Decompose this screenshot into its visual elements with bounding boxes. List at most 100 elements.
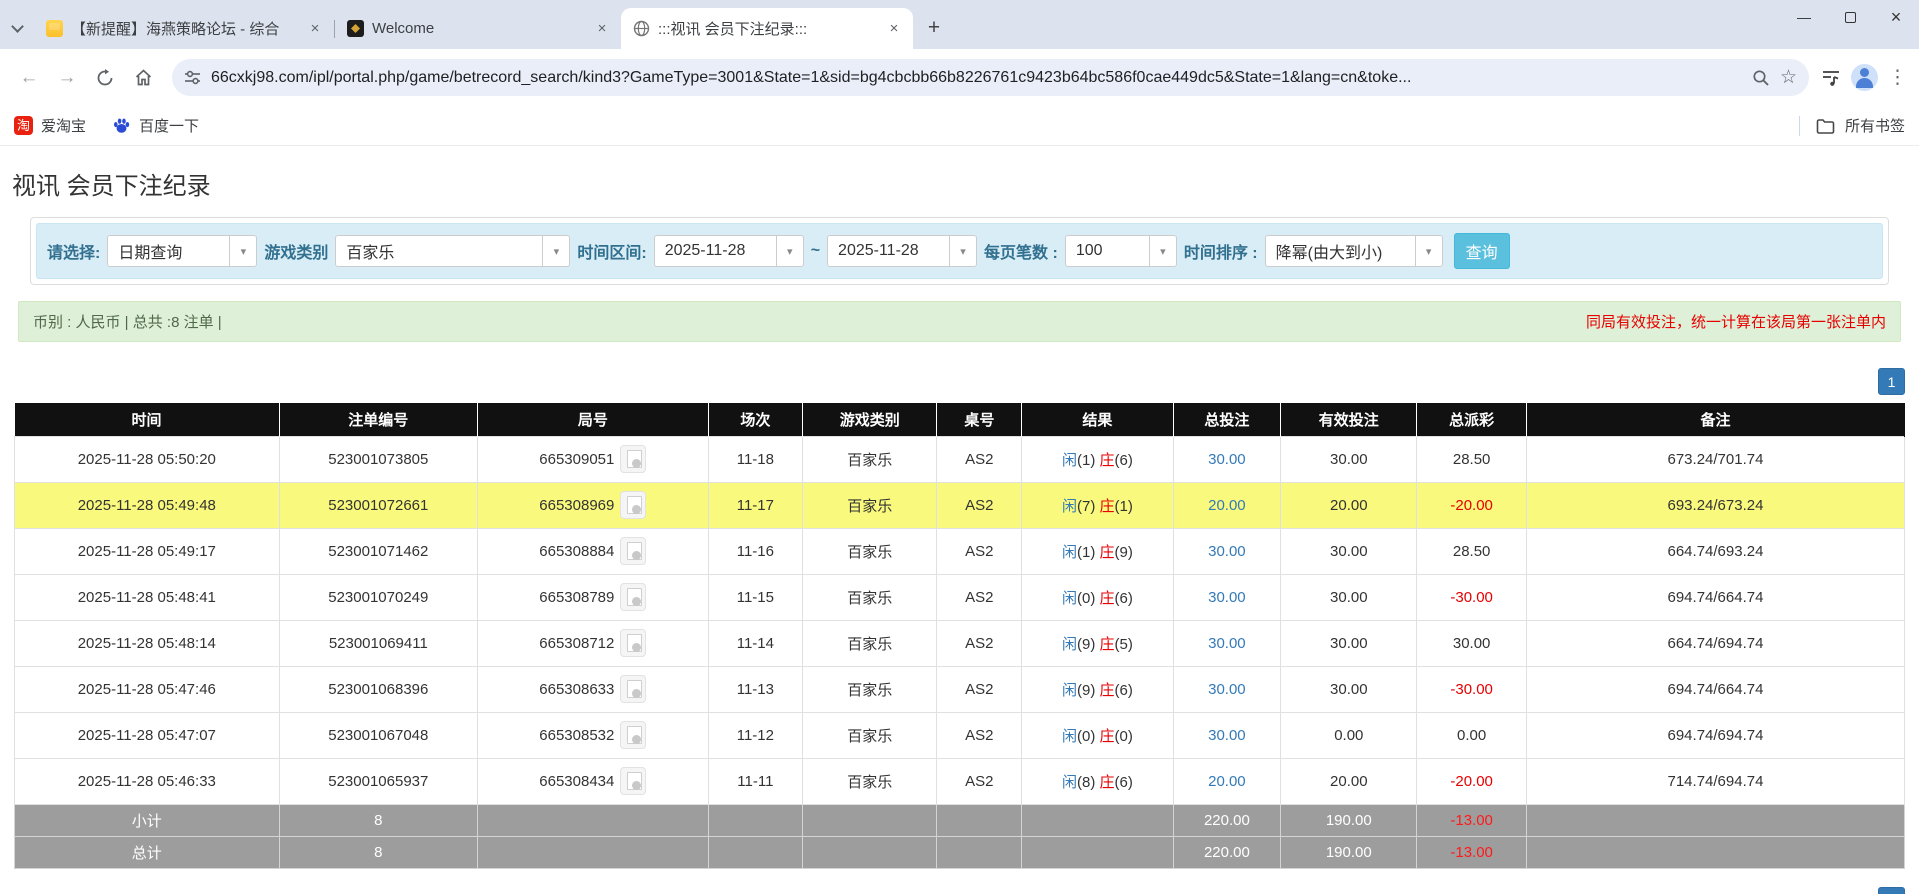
new-tab-button[interactable]: + bbox=[919, 13, 949, 43]
video-record-icon[interactable] bbox=[620, 583, 647, 611]
video-record-icon[interactable] bbox=[620, 629, 647, 657]
sort-select[interactable]: 降幂(由大到小) ▾ bbox=[1264, 235, 1443, 267]
video-record-icon[interactable] bbox=[620, 537, 647, 565]
media-controls-icon[interactable] bbox=[1821, 68, 1841, 88]
table-row: 2025-11-28 05:49:17 523001071462 665308884… bbox=[14, 527, 1906, 575]
total-bet-link[interactable]: 30.00 bbox=[1208, 681, 1246, 698]
profile-avatar[interactable] bbox=[1851, 64, 1878, 91]
total-total-bet: 220.00 bbox=[1172, 835, 1282, 869]
total-bet-link[interactable]: 30.00 bbox=[1208, 635, 1246, 652]
col-table: 桌号 bbox=[936, 403, 1023, 436]
back-button[interactable]: ← bbox=[12, 61, 46, 95]
round-wrap: 665309051 bbox=[539, 445, 647, 473]
query-type-value: 日期查询 bbox=[118, 245, 183, 262]
cell-payout: 28.50 bbox=[1416, 527, 1527, 575]
game-type-select[interactable]: 百家乐 ▾ bbox=[335, 235, 571, 267]
maximize-button[interactable] bbox=[1827, 0, 1873, 34]
date-from-select[interactable]: 2025-11-28 ▾ bbox=[653, 235, 804, 267]
banker-char: 庄 bbox=[1099, 773, 1115, 791]
bookmark-star-icon[interactable]: ☆ bbox=[1780, 66, 1797, 89]
all-bookmarks[interactable]: 所有书签 bbox=[1798, 115, 1905, 136]
cell-total-bet: 30.00 bbox=[1172, 527, 1282, 575]
page-content: 视讯 会员下注纪录 请选择: 日期查询 ▾ 游戏类别 百家乐 ▾ 时间区间: 2… bbox=[0, 166, 1919, 894]
baidu-paw-icon bbox=[112, 116, 131, 135]
bookmark-taobao[interactable]: 淘 爱淘宝 bbox=[14, 115, 86, 136]
cell-note: 714.74/694.74 bbox=[1525, 757, 1906, 805]
zoom-icon[interactable] bbox=[1752, 69, 1770, 87]
cell-table: AS2 bbox=[936, 481, 1023, 529]
cell-result: 闲(9) 庄(5) bbox=[1021, 619, 1174, 667]
chevron-down-icon[interactable]: ▾ bbox=[1148, 236, 1176, 266]
tab-search-button[interactable] bbox=[0, 8, 34, 49]
cell-session: 11-17 bbox=[707, 481, 804, 529]
chevron-down-icon[interactable]: ▾ bbox=[1414, 236, 1442, 266]
player-count: (1) bbox=[1077, 543, 1096, 561]
video-record-icon[interactable] bbox=[620, 675, 647, 703]
cell-game: 百家乐 bbox=[802, 757, 938, 805]
chevron-down-icon[interactable]: ▾ bbox=[949, 236, 976, 266]
tab-forum[interactable]: 【新提醒】海燕策略论坛 - 综合 × bbox=[34, 8, 334, 49]
sort-value: 降幂(由大到小) bbox=[1275, 245, 1383, 262]
cell-game: 百家乐 bbox=[802, 481, 938, 529]
total-bet-link[interactable]: 20.00 bbox=[1208, 497, 1246, 514]
cell-payout: 28.50 bbox=[1416, 435, 1527, 483]
bookmark-baidu[interactable]: 百度一下 bbox=[112, 115, 199, 136]
total-bet-link[interactable]: 30.00 bbox=[1208, 451, 1246, 468]
url-text[interactable]: 66cxkj98.com/ipl/portal.php/game/betreco… bbox=[211, 69, 1742, 87]
tab-bet-records[interactable]: :::视讯 会员下注纪录::: × bbox=[621, 8, 913, 49]
address-bar[interactable]: 66cxkj98.com/ipl/portal.php/game/betreco… bbox=[172, 59, 1809, 96]
cell-time: 2025-11-28 05:48:41 bbox=[14, 573, 280, 621]
chevron-down-icon[interactable]: ▾ bbox=[775, 236, 803, 266]
tab-welcome[interactable]: Welcome × bbox=[335, 8, 621, 49]
player-char: 闲 bbox=[1061, 451, 1077, 469]
cell-total-bet: 30.00 bbox=[1172, 711, 1282, 759]
total-bet-link[interactable]: 30.00 bbox=[1208, 727, 1246, 744]
browser-toolbar: ← → 66cxkj98.com/ipl/portal.php/game/bet… bbox=[0, 49, 1919, 106]
site-settings-icon[interactable] bbox=[184, 69, 201, 86]
video-record-icon[interactable] bbox=[620, 721, 647, 749]
total-bet-link[interactable]: 30.00 bbox=[1208, 543, 1246, 560]
round-wrap: 665308789 bbox=[539, 583, 647, 611]
cell-session: 11-11 bbox=[707, 757, 804, 805]
round-number: 665308712 bbox=[539, 634, 615, 652]
close-window-button[interactable]: × bbox=[1873, 0, 1919, 34]
reload-button[interactable] bbox=[88, 61, 122, 95]
result-player: 闲(0) bbox=[1062, 728, 1095, 745]
round-wrap: 665308532 bbox=[539, 721, 647, 749]
chevron-down-icon[interactable]: ▾ bbox=[229, 236, 256, 266]
round-wrap: 665308884 bbox=[539, 537, 647, 565]
page-1-button[interactable]: 1 bbox=[1878, 886, 1905, 894]
forward-button[interactable]: → bbox=[50, 61, 84, 95]
cell-game: 百家乐 bbox=[802, 665, 938, 713]
video-record-icon[interactable] bbox=[620, 445, 647, 473]
video-record-icon[interactable] bbox=[620, 767, 647, 795]
chevron-down-icon[interactable]: ▾ bbox=[542, 236, 569, 266]
round-number: 665308434 bbox=[539, 772, 615, 790]
home-button[interactable] bbox=[126, 61, 160, 95]
query-type-select[interactable]: 日期查询 ▾ bbox=[107, 235, 258, 267]
tab-title: Welcome bbox=[372, 20, 435, 37]
cell-bet-id: 523001071462 bbox=[278, 527, 479, 575]
search-button[interactable]: 查询 bbox=[1453, 233, 1510, 269]
cell-note: 664.74/694.74 bbox=[1525, 619, 1906, 667]
menu-kebab-icon[interactable]: ⋮ bbox=[1888, 66, 1907, 89]
tab-title: 【新提醒】海燕策略论坛 - 综合 bbox=[71, 21, 280, 38]
total-bet-link[interactable]: 20.00 bbox=[1208, 773, 1246, 790]
close-tab-icon[interactable]: × bbox=[306, 20, 324, 38]
total-bet-link[interactable]: 30.00 bbox=[1208, 589, 1246, 606]
player-count: (0) bbox=[1077, 589, 1096, 607]
banker-char: 庄 bbox=[1099, 635, 1115, 653]
page-size-select[interactable]: 100 ▾ bbox=[1064, 235, 1177, 267]
tab-title: :::视讯 会员下注纪录::: bbox=[658, 21, 808, 38]
close-tab-icon[interactable]: × bbox=[593, 20, 611, 38]
cell-time: 2025-11-28 05:47:07 bbox=[14, 711, 280, 759]
cell-valid-bet: 0.00 bbox=[1280, 711, 1418, 759]
round-wrap: 665308969 bbox=[539, 491, 647, 519]
video-record-icon[interactable] bbox=[620, 491, 647, 519]
cell-bet-id: 523001067048 bbox=[278, 711, 479, 759]
date-to-select[interactable]: 2025-11-28 ▾ bbox=[827, 235, 978, 267]
cell-session: 11-13 bbox=[707, 665, 804, 713]
page-1-button[interactable]: 1 bbox=[1878, 368, 1905, 395]
close-tab-icon[interactable]: × bbox=[885, 20, 903, 38]
minimize-button[interactable]: — bbox=[1781, 0, 1827, 34]
